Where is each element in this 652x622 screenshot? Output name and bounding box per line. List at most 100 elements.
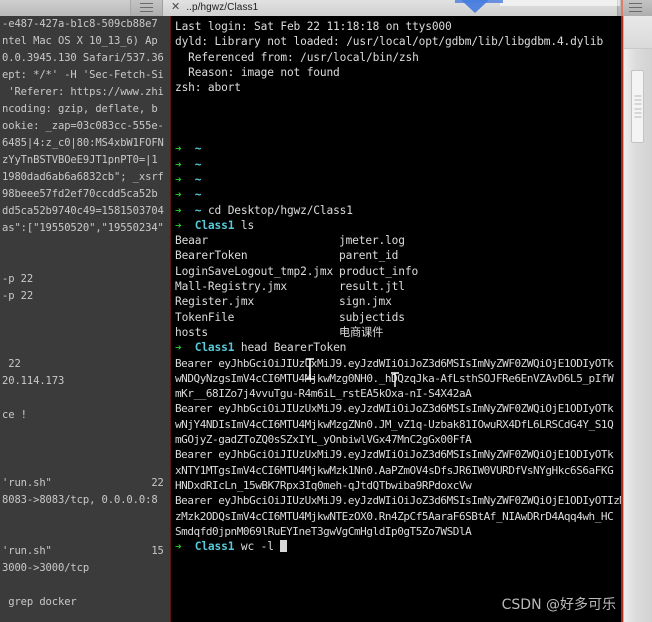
- ls-entry-right: 电商课件: [339, 325, 384, 339]
- bearer-token-line: xNTY1MTgsImV4cCI6MTU4MjkwMzk1Nn0.AaPZmOV…: [175, 463, 614, 477]
- close-icon[interactable]: ✕: [171, 2, 180, 13]
- background-terminal-line: 20.114.173: [2, 375, 65, 387]
- scrollbar-thumb[interactable]: [631, 70, 644, 143]
- background-terminal-line: 3000->3000/tcp: [2, 562, 90, 574]
- ls-entry-right: parent_id: [339, 249, 399, 263]
- prompt-arrow-icon: ➔: [175, 172, 182, 186]
- background-terminal-line: ntel Mac OS X 10_13_6) Ap: [2, 35, 158, 47]
- ls-output-row: Beaar jmeter.log: [175, 233, 623, 248]
- prompt-command: wc -l: [234, 540, 274, 554]
- background-terminal-lines: -e487-427a-b1c8-509cb88e7 ntel Mac OS X 1…: [0, 16, 170, 611]
- background-terminal-line: [0, 254, 170, 271]
- terminal-output: Last login: Sat Feb 22 11:18:18 on ttys0…: [171, 16, 623, 622]
- background-terminal-line: 1980dad6ab6a6832cb"; _xsrf: [2, 171, 164, 183]
- bearer-token-line: Smdqfd0jpnM069lRuEYIneT3gwVgCmHgldIp0gT5…: [175, 524, 472, 538]
- background-terminal-line: zYyTnBSTVBOeE9JT1pnPT0=|1: [2, 154, 158, 166]
- background-terminal-line: ookie: _zap=03c083cc-555e-: [2, 120, 164, 132]
- scrollbar-grip-icon: [634, 95, 641, 118]
- background-terminal-line: ept: */*' -H 'Sec-Fetch-Si: [2, 69, 164, 81]
- bearer-token-line: Bearer eyJhbGciOiJIUzUxMiJ9.eyJzdWIiOiJo…: [175, 356, 614, 370]
- prompt-cwd: ~: [181, 157, 202, 171]
- background-terminal-line: as":["19550520","19550234": [2, 222, 164, 234]
- titlebar-menu-button-right[interactable]: [618, 0, 652, 16]
- bearer-token-line: wNjY4NDIsImV4cCI6MTU4MjkwMzgZNn0.JM_vZ1q…: [175, 417, 614, 431]
- background-terminal-line: ncoding: gzip, deflate, b: [2, 103, 158, 115]
- terminal-header-line: Last login: Sat Feb 22 11:18:18 on ttys0…: [175, 20, 452, 33]
- background-terminal-line: [0, 577, 170, 594]
- background-terminal-line: 8083->8083/tcp, 0.0.0.0:8: [2, 494, 158, 506]
- background-terminal-line: -p 22: [2, 273, 34, 285]
- background-terminal-pane[interactable]: -e487-427a-b1c8-509cb88e7 ntel Mac OS X 1…: [0, 16, 170, 622]
- titlebar-menu-button-left[interactable]: [131, 0, 163, 16]
- prompt-arrow-icon: ➔: [175, 203, 182, 217]
- background-terminal-line: [0, 526, 170, 543]
- terminal-screenshot: -e487-427a-b1c8-509cb88e7 ntel Mac OS X 1…: [0, 0, 652, 622]
- background-terminal-line: 98beee57fd2ef70ccdd5ca52b: [2, 188, 158, 200]
- terminal-prompt-line: ➔ ~: [175, 157, 623, 172]
- background-terminal-line: [0, 237, 170, 254]
- prompt-cwd: Class1: [181, 540, 235, 554]
- window-red-border: [621, 0, 623, 622]
- bearer-token-line: wNDQyNzgsImV4cCI6MTU4MjkwMzg0NH0._hDQzqJ…: [175, 371, 614, 385]
- ls-output-row: TokenFile subjectids: [175, 310, 623, 325]
- terminal-prompt-line: ➔ ~: [175, 172, 623, 187]
- terminal-prompt-line: ➔ ~: [175, 141, 623, 156]
- background-terminal-line: -p 22: [2, 290, 34, 302]
- ls-output-row: LoginSaveLogout_tmp2.jmx product_info: [175, 264, 623, 279]
- background-terminal-line: 'run.sh" 15: [2, 545, 164, 557]
- ls-entry-left: hosts: [175, 325, 208, 339]
- background-terminal-line: 'run.sh" 22: [2, 477, 164, 489]
- prompt-arrow-icon: ➔: [175, 157, 182, 171]
- terminal-header-line: dyld: Library not loaded: /usr/local/opt…: [175, 35, 604, 49]
- terminal-prompt-line: ➔ ~ cd Desktop/hgwz/Class1: [175, 203, 623, 218]
- background-terminal-line: [0, 424, 170, 441]
- bearer-token-line: Bearer eyJhbGciOiJIUzUxMiJ9.eyJzdWIiOiJo…: [175, 402, 614, 416]
- terminal-scrollbar[interactable]: [623, 16, 652, 622]
- background-terminal-line: [0, 322, 170, 339]
- prompt-command: cd Desktop/hgwz/Class1: [201, 203, 353, 217]
- terminal-header-line: Reason: image not found: [175, 65, 340, 79]
- tab-title: ..p/hgwz/Class1: [186, 2, 259, 13]
- bearer-token-line: Bearer eyJhbGciOiJIUzUxMiJ9.eyJzdWIiOiJo…: [175, 448, 614, 462]
- scrollbar-top-cap: [624, 16, 652, 49]
- bearer-token-line: mGOjyZ-gadZToZQ0sSZxIYL_yOnbiwlVGx47MnC2…: [175, 433, 472, 447]
- background-terminal-line: [0, 339, 170, 356]
- background-terminal-line: 0.0.3945.130 Safari/537.36: [2, 52, 164, 64]
- prompt-arrow-icon: ➔: [175, 218, 182, 232]
- background-terminal-line: dd5ca52b9740c49=1581503704: [2, 205, 164, 217]
- csdn-watermark: CSDN @好多可乐: [501, 597, 616, 613]
- ls-entry-left: BearerToken: [175, 249, 248, 263]
- window-red-border-top: [621, 0, 623, 16]
- prompt-cwd: ~: [181, 203, 202, 217]
- bearer-token-line: Bearer eyJhbGciOiJIUzUxMiJ9.eyJzdWIiOiJo…: [175, 494, 623, 508]
- ls-output-row: Mall-Registry.jmx result.jtl: [175, 279, 623, 294]
- ls-output-row: BearerToken parent_id: [175, 248, 623, 263]
- background-terminal-line: [0, 390, 170, 407]
- ls-entry-right: result.jtl: [339, 280, 405, 294]
- titlebar-left-spacer: [0, 0, 131, 16]
- ls-entry-right: jmeter.log: [339, 234, 405, 248]
- terminal-cursor: [280, 540, 288, 553]
- prompt-cwd: ~: [181, 142, 202, 156]
- background-terminal-line: [0, 441, 170, 458]
- background-terminal-line: grep docker: [2, 596, 77, 608]
- terminal-header-line: Referenced from: /usr/local/bin/zsh: [175, 50, 419, 64]
- background-terminal-line: 22: [2, 358, 21, 370]
- background-terminal-line: [0, 458, 170, 475]
- ls-entry-left: Beaar: [175, 234, 208, 248]
- background-terminal-line: -e487-427a-b1c8-509cb88e7: [2, 18, 158, 30]
- hamburger-icon: [140, 3, 153, 12]
- active-prompt-line: ➔ Class1 wc -l: [175, 539, 623, 554]
- prompt-cwd: ~: [181, 172, 202, 186]
- prompt-cwd: Class1: [181, 341, 235, 355]
- ls-entry-right: subjectids: [339, 310, 405, 324]
- prompt-command: ls: [234, 218, 255, 232]
- background-terminal-line: ce !: [2, 409, 27, 421]
- prompt-command: head BearerToken: [234, 341, 347, 355]
- screenshot-artifact-streak: [500, 0, 620, 6]
- terminal-prompt-line: ➔ Class1 ls: [175, 218, 623, 233]
- prompt-cwd: ~: [181, 188, 202, 202]
- ls-entry-left: Mall-Registry.jmx: [175, 280, 287, 294]
- active-terminal-pane[interactable]: Last login: Sat Feb 22 11:18:18 on ttys0…: [170, 16, 652, 622]
